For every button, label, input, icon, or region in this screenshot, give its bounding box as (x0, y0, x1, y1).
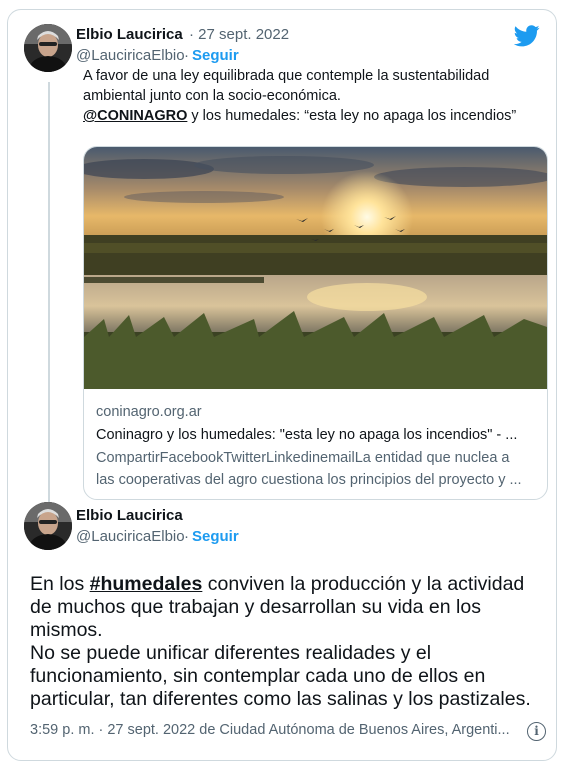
tweet-text-line: A favor de una ley equilibrada que conte… (83, 68, 490, 84)
link-title[interactable]: Coninagro y los humedales: "esta ley no … (96, 427, 517, 443)
tweet-body: En los #humedales conviven la producción… (30, 573, 531, 711)
text-fragment: conviven la producción y la actividad (202, 573, 525, 595)
follow-button[interactable]: Seguir (192, 47, 239, 64)
follow-button[interactable]: Seguir (192, 528, 239, 545)
link-description: las cooperativas del agro cuestiona los … (96, 472, 522, 488)
tweet-text-line: No se puede unificar diferentes realidad… (30, 642, 432, 664)
thread-line (48, 82, 50, 502)
tweet-text-line: @CONINAGRO y los humedales: “esta ley no… (83, 106, 516, 126)
author-name[interactable]: Elbio Laucirica (76, 26, 183, 43)
tweet-text-line: de muchos que trabajan y desarrollan su … (30, 596, 481, 618)
author-name[interactable]: Elbio Laucirica (76, 507, 183, 524)
tweet-embed-card: Elbio Laucirica · 27 sept. 2022 @Lauciri… (7, 9, 557, 761)
link-preview-image (84, 147, 547, 389)
avatar[interactable] (24, 24, 72, 72)
separator: · (184, 47, 189, 64)
link-preview-card[interactable]: coninagro.org.ar Coninagro y los humedal… (83, 146, 548, 500)
avatar-photo (24, 502, 72, 550)
tweet-text-rest: y los humedales: “esta ley no apaga los … (187, 108, 517, 124)
mention-link[interactable]: @CONINAGRO (83, 108, 187, 124)
hashtag-link[interactable]: #humedales (90, 573, 203, 595)
avatar-photo (24, 24, 72, 72)
author-handle[interactable]: @LauciricaElbio (76, 47, 185, 64)
twitter-bird-icon[interactable] (514, 25, 540, 47)
author-handle[interactable]: @LauciricaElbio (76, 528, 185, 545)
separator: · (184, 528, 189, 545)
tweet-text-line: En los #humedales conviven la producción… (30, 573, 531, 596)
link-domain: coninagro.org.ar (96, 404, 202, 420)
tweet-timestamp[interactable]: 3:59 p. m. · 27 sept. 2022 de Ciudad Aut… (30, 722, 510, 738)
tweet-date[interactable]: · 27 sept. 2022 (189, 26, 289, 43)
tweet-text-line: funcionamiento, sin contemplar cada uno … (30, 665, 486, 687)
tweet-text-line: mismos. (30, 619, 103, 641)
link-description: CompartirFacebookTwitterLinkedinemailLa … (96, 450, 510, 466)
tweet-text-line: ambiental junto con la socio-económica. (83, 88, 341, 104)
text-fragment: En los (30, 573, 90, 595)
avatar[interactable] (24, 502, 72, 550)
info-icon[interactable]: i (527, 722, 546, 741)
tweet-text-line: particular, tan diferentes como las sali… (30, 688, 531, 710)
